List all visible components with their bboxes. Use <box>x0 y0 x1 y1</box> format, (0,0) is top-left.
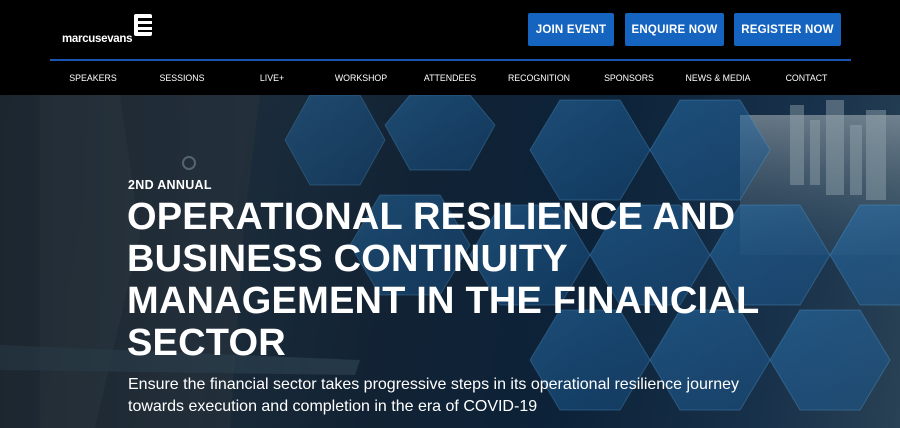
brand-logo[interactable]: marcusevans <box>62 14 172 45</box>
nav-item-attendees[interactable]: ATTENDEES <box>406 62 494 94</box>
hero-banner: 2ND ANNUAL OPERATIONAL RESILIENCE AND BU… <box>0 95 900 428</box>
enquire-now-button[interactable]: ENQUIRE NOW <box>625 13 724 46</box>
brand-name: marcusevans <box>62 33 133 45</box>
header-divider <box>50 59 851 61</box>
nav-item-recognition[interactable]: RECOGNITION <box>494 62 584 94</box>
site-header: marcusevans JOIN EVENT ENQUIRE NOW REGIS… <box>0 0 900 95</box>
nav-item-workshop[interactable]: WORKSHOP <box>316 62 406 94</box>
nav-item-sponsors[interactable]: SPONSORS <box>584 62 674 94</box>
event-subtitle: Ensure the financial sector takes progre… <box>128 376 739 415</box>
nav-item-speakers[interactable]: SPEAKERS <box>50 62 136 94</box>
event-edition: 2ND ANNUAL <box>128 178 212 192</box>
nav-item-contact[interactable]: CONTACT <box>762 62 851 94</box>
event-title: OPERATIONAL RESILIENCE AND BUSINESS CONT… <box>127 196 759 364</box>
nav-item-sessions[interactable]: SESSIONS <box>136 62 228 94</box>
nav-item-live[interactable]: LIVE+ <box>228 62 316 94</box>
join-event-button[interactable]: JOIN EVENT <box>528 13 614 46</box>
nav-item-news-media[interactable]: NEWS & MEDIA <box>674 62 762 94</box>
register-now-button[interactable]: REGISTER NOW <box>734 13 841 46</box>
main-nav: SPEAKERS SESSIONS LIVE+ WORKSHOP ATTENDE… <box>50 62 851 94</box>
marcus-evans-e-logo-icon <box>134 14 152 36</box>
